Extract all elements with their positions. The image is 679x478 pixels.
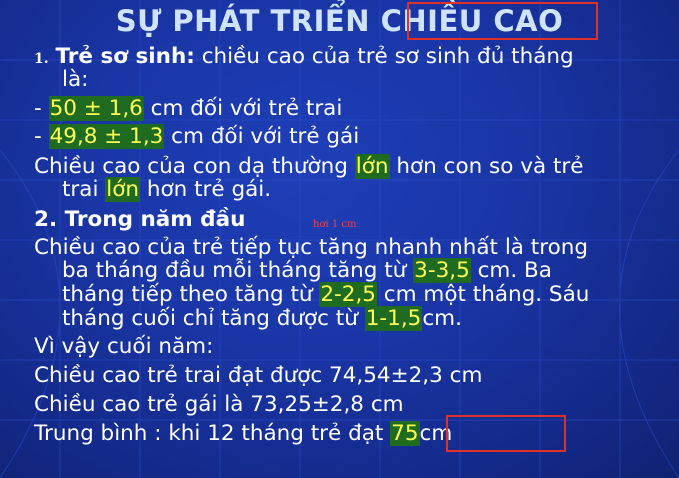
end-year-girl: Chiều cao trẻ gái là 73,25±2,8 cm — [34, 392, 404, 417]
end-year-boy: Chiều cao trẻ trai đạt được 74,54±2,3 cm — [34, 363, 483, 388]
growth-l4-post: cm. — [422, 306, 462, 331]
compare-l1-highlight: lớn — [354, 154, 390, 179]
slide: SỰ PHÁT TRIỂN CHIỀU CAO 1. Trẻ sơ sinh: … — [0, 0, 679, 478]
growth-line2: ba tháng đầu mỗi tháng tăng từ 3-3,5 cm.… — [62, 258, 552, 283]
growth-l3-highlight: 2-2,5 — [319, 282, 377, 307]
boy-dash: - — [34, 96, 49, 121]
compare-l2-highlight: lớn — [105, 177, 141, 202]
section2-note: hơi 1 cm — [313, 219, 357, 230]
growth-l2-pre: ba tháng đầu mỗi tháng tăng từ — [62, 258, 414, 283]
girl-height-line: - 49,8 ± 1,3 cm đối với trẻ gái — [34, 124, 360, 149]
compare-line1: Chiều cao của con dạ thường lớn hơn con … — [34, 154, 584, 179]
boy-text: cm đối với trẻ trai — [143, 96, 343, 121]
end-year-intro: Vì vậy cuối năm: — [34, 334, 214, 359]
growth-line4: tháng cuối chỉ tăng được từ 1-1,5cm. — [62, 306, 462, 331]
average-pre: Trung bình : khi 12 tháng trẻ đạt — [34, 421, 391, 446]
growth-l3-pre: tháng tiếp theo tăng từ — [62, 282, 320, 307]
section1-line2: là: — [62, 67, 89, 92]
section1-number: 1. — [34, 51, 49, 67]
boy-height-line: - 50 ± 1,6 cm đối với trẻ trai — [34, 96, 343, 121]
growth-l4-pre: tháng cuối chỉ tăng được từ — [62, 306, 365, 331]
girl-value: 49,8 ± 1,3 — [48, 124, 165, 149]
section1-line1: 1. Trẻ sơ sinh: chiều cao của trẻ sơ sin… — [34, 45, 574, 71]
growth-l2-post: cm. Ba — [470, 258, 552, 283]
compare-l1-post: hơn con so và trẻ — [389, 154, 584, 179]
girl-dash: - — [34, 124, 49, 149]
growth-line3: tháng tiếp theo tăng từ 2-2,5 cm một thá… — [62, 282, 590, 307]
section1-heading: Trẻ sơ sinh: — [55, 44, 195, 69]
section2-heading: 2. Trong năm đầu — [34, 207, 246, 232]
compare-l2-post: hơn trẻ gái. — [140, 177, 272, 202]
highlight-box-average — [446, 415, 566, 452]
compare-l1-pre: Chiều cao của con dạ thường — [34, 154, 355, 179]
end-year-average: Trung bình : khi 12 tháng trẻ đạt 75cm — [34, 421, 452, 446]
compare-l2-pre: trai — [62, 177, 106, 202]
highlight-box-title — [407, 2, 598, 40]
girl-text: cm đối với trẻ gái — [164, 124, 360, 149]
growth-l3-post: cm một tháng. Sáu — [376, 282, 590, 307]
boy-value: 50 ± 1,6 — [48, 96, 144, 121]
growth-line1: Chiều cao của trẻ tiếp tục tăng nhanh nh… — [34, 235, 589, 260]
section1-text-a: chiều cao của trẻ sơ sinh đủ tháng — [194, 44, 574, 69]
growth-l2-highlight: 3-3,5 — [413, 258, 471, 283]
average-highlight: 75 — [390, 421, 420, 446]
compare-line2: trai lớn hơn trẻ gái. — [62, 177, 272, 202]
growth-l4-highlight: 1-1,5 — [364, 306, 423, 331]
